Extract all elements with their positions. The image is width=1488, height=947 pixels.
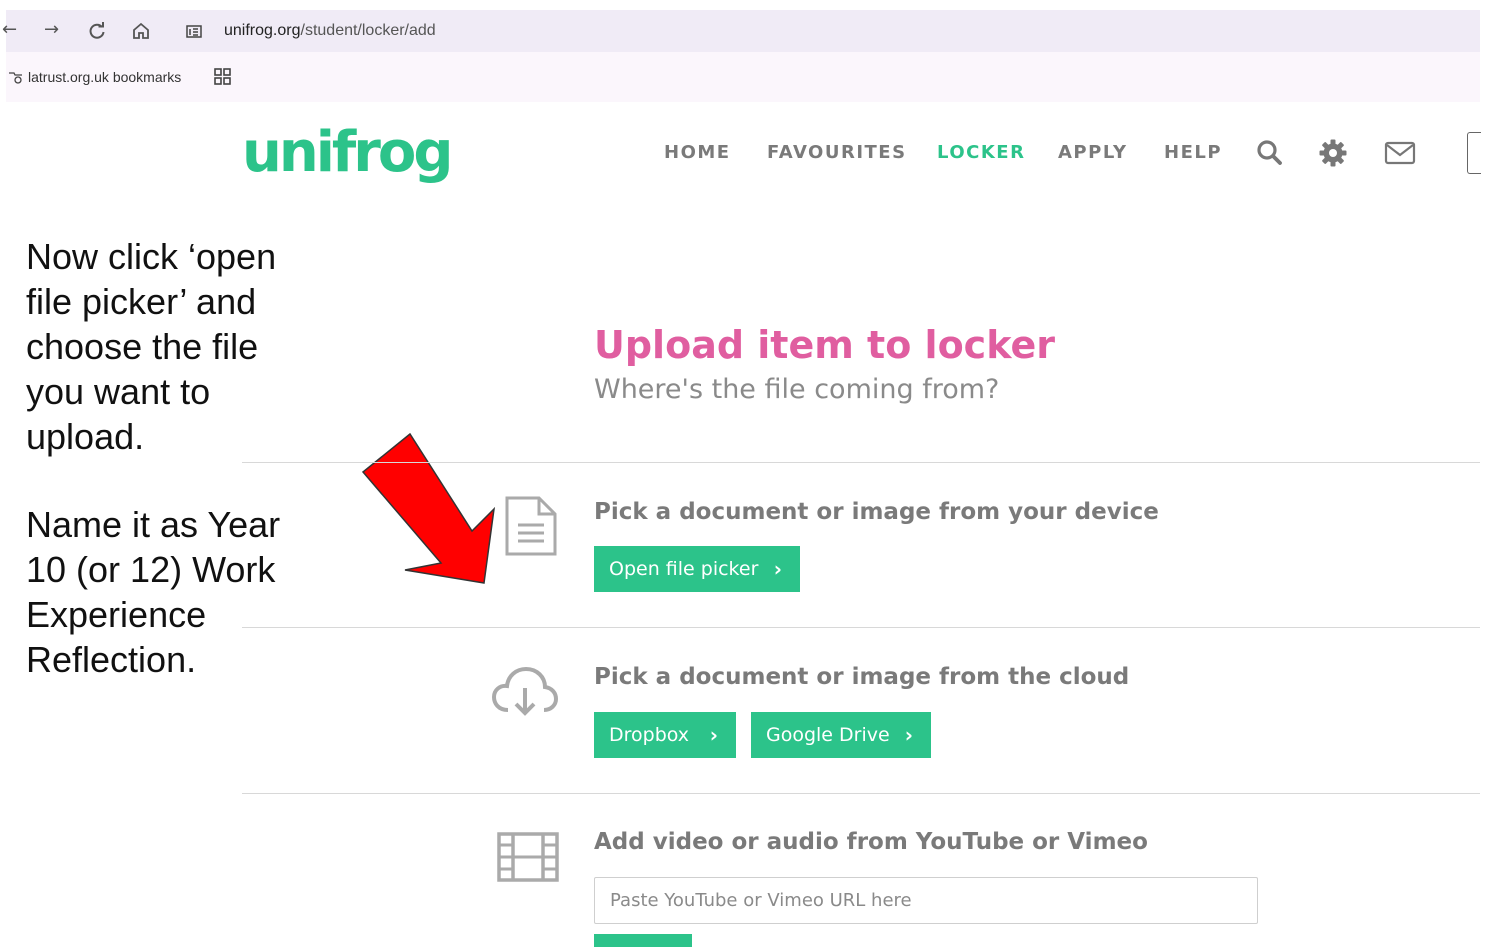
browser-toolbar: ← → unifrog.org/student/locker/add: [2, 10, 1480, 52]
cloud-download-icon: [492, 666, 558, 716]
film-icon: [497, 832, 559, 882]
open-file-picker-label: Open file picker: [609, 558, 759, 580]
section-divider: [242, 793, 1480, 794]
nav-favourites[interactable]: FAVOURITES: [767, 140, 907, 166]
header-partial-button[interactable]: [1467, 132, 1481, 174]
page-title: Upload item to locker: [594, 323, 1055, 367]
page-subtitle: Where's the file coming from?: [594, 374, 1000, 405]
section-divider: [242, 627, 1480, 628]
dropbox-button[interactable]: Dropbox ›: [594, 712, 736, 758]
chevron-right-icon: ›: [904, 723, 913, 747]
gear-icon[interactable]: [1318, 138, 1348, 168]
nav-home[interactable]: HOME: [664, 140, 731, 166]
add-video-button[interactable]: [594, 934, 692, 947]
nav-help[interactable]: HELP: [1164, 140, 1222, 166]
nav-locker[interactable]: LOCKER: [937, 140, 1025, 166]
cloud-section-title: Pick a document or image from the cloud: [594, 664, 1130, 690]
apps-grid-icon[interactable]: [214, 68, 232, 86]
video-url-input[interactable]: [594, 877, 1258, 924]
device-section-title: Pick a document or image from your devic…: [594, 499, 1159, 525]
section-divider: [242, 462, 1480, 463]
red-arrow-annotation: [361, 432, 496, 584]
chevron-right-icon: ›: [709, 723, 718, 747]
chevron-right-icon: ›: [773, 557, 782, 581]
url-path: /student/locker/add: [300, 22, 436, 39]
document-icon: [505, 496, 557, 556]
instruction-text-1: Now click ‘open file picker’ and choose …: [26, 236, 277, 457]
open-file-picker-button[interactable]: Open file picker ›: [594, 546, 800, 592]
mail-icon[interactable]: [1384, 138, 1416, 168]
url-host: unifrog.org: [224, 22, 301, 39]
address-bar[interactable]: unifrog.org/student/locker/add: [224, 20, 436, 42]
back-icon[interactable]: ←: [2, 18, 17, 42]
bookmark-latrust[interactable]: latrust.org.uk bookmarks: [28, 67, 181, 87]
google-drive-button[interactable]: Google Drive ›: [751, 712, 931, 758]
site-info-icon[interactable]: [186, 23, 202, 39]
home-icon[interactable]: [132, 22, 150, 40]
forward-icon[interactable]: →: [44, 18, 59, 42]
unifrog-logo[interactable]: unifrog: [242, 118, 453, 188]
dropbox-label: Dropbox: [609, 724, 690, 746]
instruction-text-2: Name it as Year 10 (or 12) Work Experien…: [26, 504, 281, 680]
google-drive-label: Google Drive: [766, 724, 890, 746]
nav-apply[interactable]: APPLY: [1058, 140, 1128, 166]
search-icon[interactable]: [1255, 138, 1285, 168]
reload-icon[interactable]: [88, 22, 106, 40]
bookmark-folder-icon: [9, 72, 22, 84]
bookmarks-bar: latrust.org.uk bookmarks: [6, 52, 1480, 102]
video-section-title: Add video or audio from YouTube or Vimeo: [594, 829, 1148, 855]
